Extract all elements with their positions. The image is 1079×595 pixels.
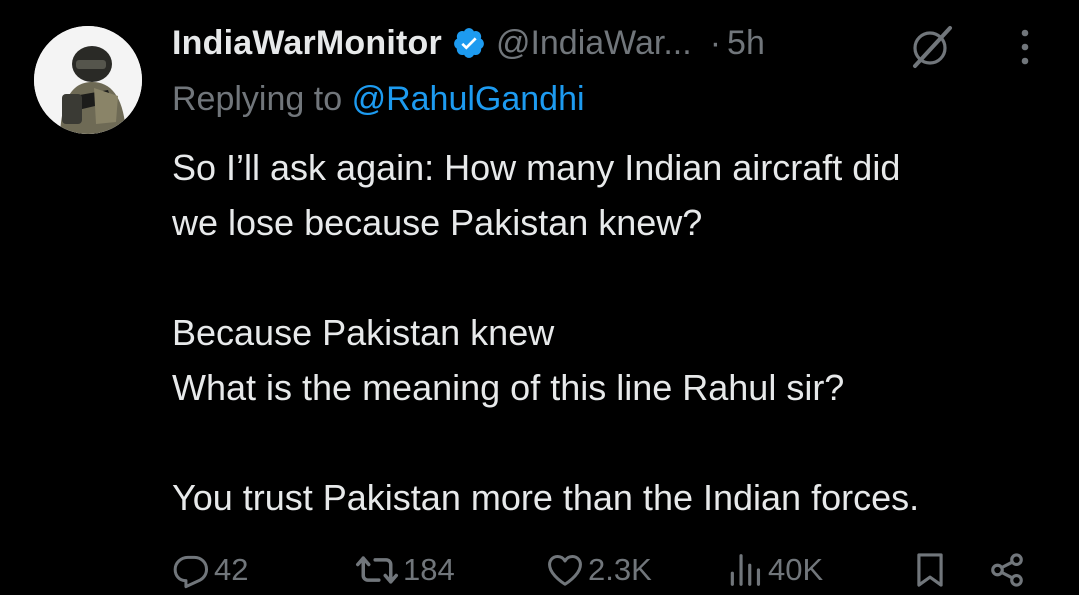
tweet-line: So I’ll ask again: How many Indian aircr… — [172, 147, 901, 188]
avatar-image — [34, 26, 142, 134]
separator-dot: · — [709, 23, 722, 62]
action-bar: 42 184 2.3K 40K — [0, 545, 1079, 595]
timestamp[interactable]: 5h — [727, 24, 765, 63]
grok-icon[interactable] — [906, 22, 956, 72]
repost-count: 184 — [403, 552, 455, 587]
views-button[interactable]: 40K — [726, 545, 823, 595]
like-button[interactable]: 2.3K — [546, 545, 652, 595]
replying-to: Replying to @RahulGandhi — [172, 80, 585, 119]
tweet-line: Because Pakistan knew — [172, 312, 555, 353]
reply-count: 42 — [214, 552, 249, 587]
tweet-line: You trust Pakistan more than the Indian … — [172, 477, 920, 518]
more-icon[interactable] — [1007, 24, 1043, 70]
verified-badge-icon[interactable] — [452, 26, 486, 60]
author-handle[interactable]: @IndiaWar... — [496, 24, 692, 63]
reply-button[interactable]: 42 — [172, 545, 248, 595]
share-button[interactable] — [988, 545, 1026, 595]
repost-button[interactable]: 184 — [355, 545, 455, 595]
tweet-line: we lose because Pakistan knew? — [172, 202, 703, 243]
reply-icon — [173, 555, 209, 589]
mention-link[interactable]: @RahulGandhi — [352, 80, 585, 118]
tweet-text: So I’ll ask again: How many Indian aircr… — [172, 140, 1062, 525]
avatar[interactable] — [34, 26, 142, 134]
heart-icon — [548, 555, 582, 586]
tweet-header: IndiaWarMonitor @IndiaWar... · 5h — [172, 20, 765, 66]
like-count: 2.3K — [588, 552, 652, 587]
replying-to-label: Replying to — [172, 80, 343, 118]
share-icon — [991, 553, 1023, 587]
views-icon — [730, 554, 761, 586]
bookmark-icon — [917, 553, 943, 587]
author-name[interactable]: IndiaWarMonitor — [172, 24, 442, 63]
tweet-line: What is the meaning of this line Rahul s… — [172, 367, 845, 408]
repost-icon — [356, 556, 398, 584]
views-count: 40K — [768, 552, 824, 587]
bookmark-button[interactable] — [911, 545, 949, 595]
